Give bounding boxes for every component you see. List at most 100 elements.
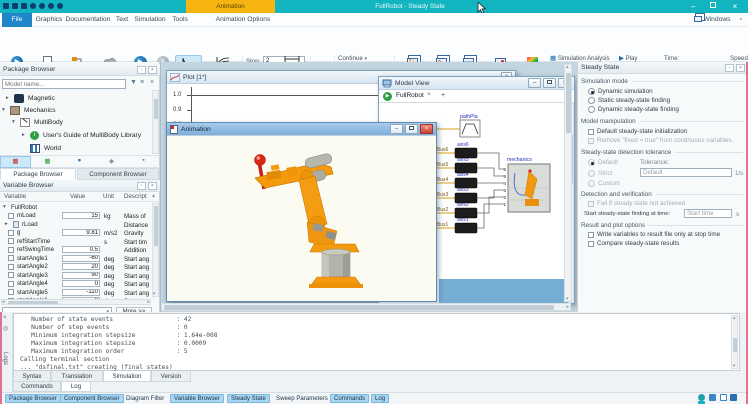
statusbar-package-browser[interactable]: Package Browser	[5, 394, 61, 403]
check-compare-results[interactable]: Compare steady-state results	[588, 240, 679, 247]
axis-block[interactable]	[455, 223, 477, 233]
tree-item-world[interactable]: World	[30, 142, 61, 154]
minimize-button[interactable]: –	[686, 0, 700, 13]
axis-block[interactable]	[455, 148, 477, 158]
variable-hscrollbar[interactable]: ◂ ▸	[1, 299, 151, 305]
plot-checkbox[interactable]	[8, 281, 14, 287]
minimize-icon[interactable]: –	[528, 78, 541, 88]
open-icon[interactable]	[12, 3, 18, 9]
expand-icon[interactable]: ▸	[6, 95, 14, 101]
model-view-titlebar[interactable]: Model View – ×	[379, 77, 574, 90]
undo-icon[interactable]	[30, 3, 36, 9]
sort-icon[interactable]: ≡	[140, 79, 144, 86]
menu-tab-file[interactable]: File	[2, 13, 32, 27]
clear-search-icon[interactable]: ×	[150, 79, 154, 86]
check-default-initialization[interactable]: Default steady-state initialization	[588, 128, 687, 135]
radio-dynamic-steady-state[interactable]: Dynamic steady-state finding	[588, 106, 679, 113]
variable-row[interactable]: g	[0, 229, 20, 237]
windows-menu[interactable]: Windows ▾	[692, 13, 732, 27]
dock-tab-commands[interactable]: Commands	[13, 382, 61, 392]
validate-icon[interactable]: ▶	[383, 92, 392, 101]
status-layers-icon[interactable]	[709, 394, 716, 401]
tree-item-multibody[interactable]: ▾ MultiBody	[12, 116, 63, 128]
redo-icon[interactable]	[39, 3, 45, 9]
path-planning-block[interactable]	[460, 120, 480, 137]
variable-row[interactable]: startAngle3	[0, 271, 48, 279]
log-tab-simulation[interactable]: Simulation	[103, 371, 151, 382]
plot-checkbox[interactable]	[8, 230, 14, 236]
variable-row[interactable]: refStartTime	[0, 237, 50, 245]
close-panel-icon[interactable]: ×	[148, 182, 157, 190]
statusbar-diagram-filter[interactable]: Diagram Filter	[122, 394, 168, 403]
scroll-up-icon[interactable]: ▴	[152, 192, 155, 199]
check-fail-if-not-achieved[interactable]: Fail if steady state not achieved	[588, 200, 685, 207]
plot-checkbox[interactable]	[8, 213, 14, 219]
value-input[interactable]	[62, 255, 100, 262]
radio-tolerance-strict[interactable]: Strict	[588, 170, 612, 177]
value-input[interactable]	[62, 263, 100, 270]
view-tree-button[interactable]: ▦	[0, 156, 31, 168]
menu-tab-animation-options[interactable]: Animation Options	[214, 13, 272, 27]
expand-icon[interactable]: ▸	[5, 221, 13, 227]
variable-row[interactable]: startAngle4	[0, 280, 48, 288]
mdi-vscrollbar[interactable]: ▴ ▾	[564, 64, 572, 302]
maximize-button[interactable]	[706, 0, 720, 13]
animation-window[interactable]: Animation – ×	[166, 122, 437, 302]
plot-checkbox[interactable]	[8, 238, 14, 244]
play-icon[interactable]	[48, 3, 54, 9]
radio-static-steady-state[interactable]: Static steady-state finding	[588, 97, 670, 104]
tree-item-magnetic[interactable]: ▸ Magnetic	[6, 92, 55, 104]
collapse-icon[interactable]: ▾	[2, 107, 10, 113]
save-icon[interactable]	[21, 3, 27, 9]
close-tab-icon[interactable]: ×	[427, 92, 431, 98]
tree-item-mechanics[interactable]: ▾ Mechanics	[2, 104, 56, 116]
new-tab-button[interactable]: +	[441, 92, 445, 99]
record-icon[interactable]	[57, 3, 63, 9]
axis-block[interactable]	[455, 208, 477, 218]
statusbar-steady-state[interactable]: Steady State	[227, 394, 270, 403]
plot-checkbox[interactable]	[8, 264, 14, 270]
maximize-icon[interactable]	[405, 124, 418, 134]
log-tab-syntax[interactable]: Syntax	[13, 371, 51, 382]
expand-icon[interactable]: ▸	[22, 132, 30, 138]
log-output[interactable]: Number of state events : 42 Number of st…	[13, 313, 740, 371]
new-icon[interactable]	[3, 3, 9, 9]
ribbon-collapse-button[interactable]: ▫	[736, 13, 746, 27]
tolerance-input[interactable]	[640, 168, 732, 177]
contextual-tab-animation[interactable]: Animation	[186, 0, 275, 13]
maximize-icon[interactable]	[543, 78, 556, 88]
variable-row[interactable]: startAngle1	[0, 254, 48, 262]
statusbar-sweep-parameters[interactable]: Sweep Parameters	[272, 394, 332, 403]
plot-checkbox[interactable]	[8, 289, 14, 295]
axis-block[interactable]	[455, 178, 477, 188]
tab-fullrobot[interactable]: FullRobot	[396, 92, 424, 99]
close-panel-icon[interactable]: ×	[148, 66, 157, 74]
close-button[interactable]: ×	[728, 0, 742, 13]
pin-pane-icon[interactable]: ◎	[3, 325, 8, 332]
value-input[interactable]	[62, 280, 100, 287]
view-diamond-button[interactable]: ◆	[96, 157, 127, 165]
plot-checkbox[interactable]	[8, 247, 14, 253]
radio-dynamic-simulation[interactable]: Dynamic simulation	[588, 88, 653, 95]
close-pane-icon[interactable]: ×	[3, 315, 7, 321]
plot-checkbox[interactable]	[8, 272, 14, 278]
radio-tolerance-default[interactable]: Default	[588, 159, 618, 166]
plot-checkbox[interactable]	[8, 255, 14, 261]
col-unit[interactable]: Unit	[103, 193, 114, 200]
package-tree-scrollbar[interactable]	[152, 90, 159, 154]
statusbar-log[interactable]: Log	[371, 394, 389, 403]
col-variable[interactable]: Variable	[4, 193, 26, 200]
float-panel-icon[interactable]: ▫	[725, 64, 734, 72]
animation-canvas[interactable]	[167, 136, 436, 301]
status-window-icon[interactable]	[720, 394, 727, 401]
check-remove-fixed[interactable]: Remove "fixed = true" from continuous va…	[588, 137, 733, 144]
mdi-hscrollbar[interactable]: ▸	[161, 303, 571, 311]
model-search-input[interactable]	[2, 79, 126, 89]
status-dot-icon[interactable]	[698, 394, 705, 401]
variable-row[interactable]: refSwingTime	[0, 246, 54, 254]
view-class-button[interactable]: ●	[64, 157, 95, 164]
log-tab-translation[interactable]: Translation	[51, 371, 103, 382]
col-value[interactable]: Value	[70, 193, 85, 200]
menu-tab-simulation[interactable]: Simulation	[132, 13, 168, 27]
view-grid-button[interactable]: ▦	[32, 157, 63, 165]
